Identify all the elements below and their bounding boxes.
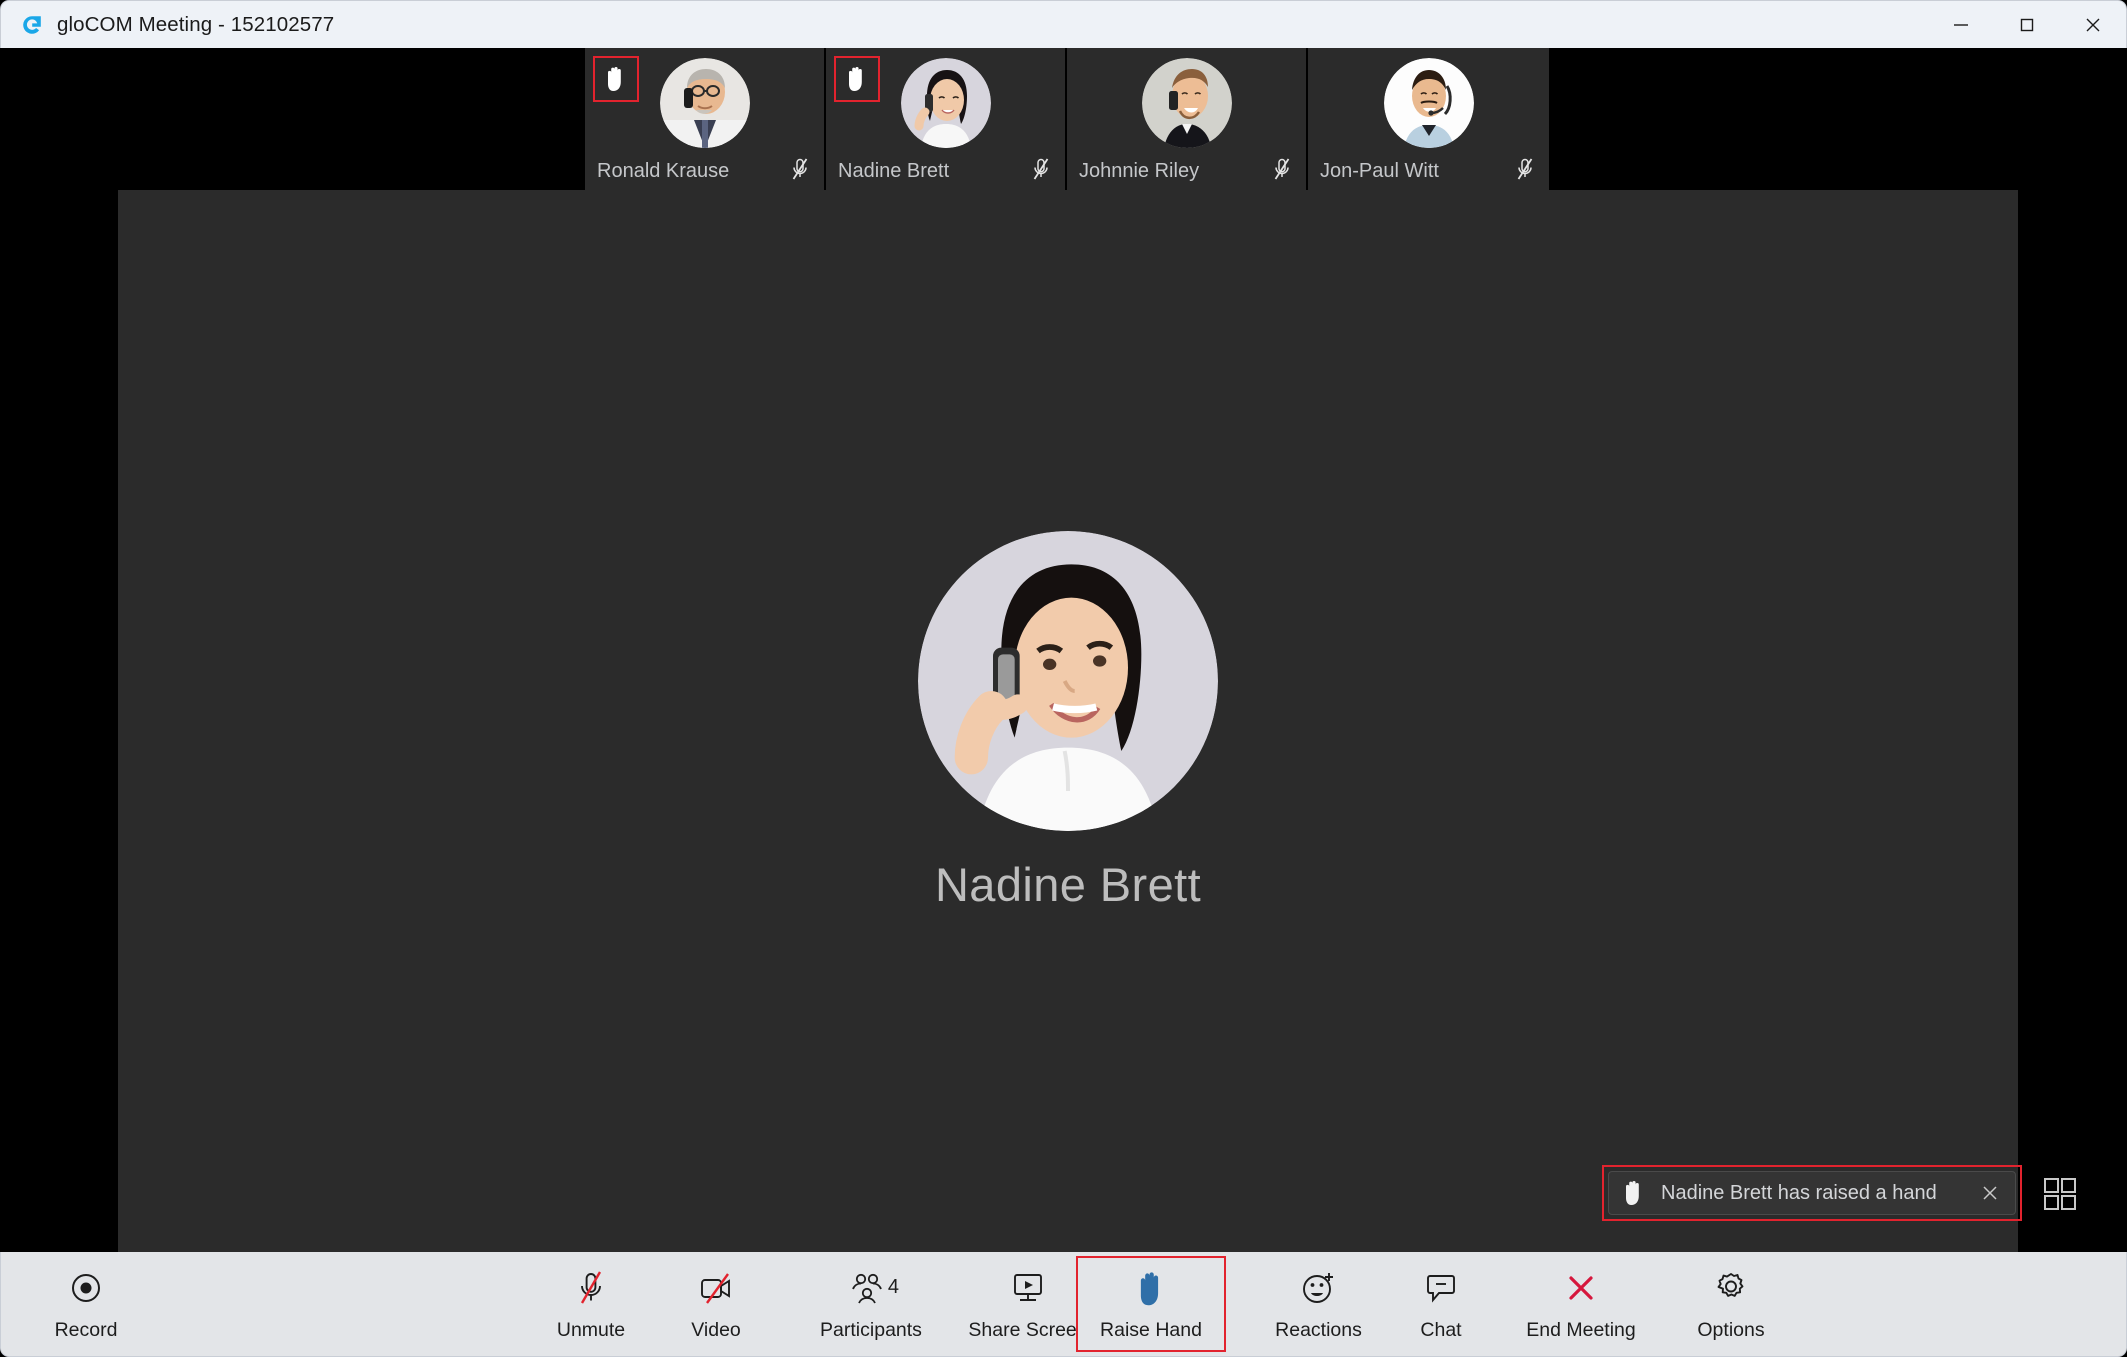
- end-meeting-button[interactable]: End Meeting: [1491, 1258, 1671, 1350]
- video-label: Video: [691, 1319, 741, 1341]
- reactions-icon: [1300, 1268, 1338, 1308]
- record-label: Record: [54, 1319, 118, 1341]
- participant-thumbnail[interactable]: Ronald Krause: [585, 48, 826, 191]
- avatar: [1383, 58, 1474, 148]
- participants-count: 4: [887, 1276, 899, 1298]
- participants-label: Participants: [820, 1319, 922, 1341]
- reactions-button[interactable]: Reactions: [1246, 1258, 1391, 1350]
- mic-muted-icon: [1270, 156, 1294, 182]
- avatar: [900, 58, 991, 148]
- end-meeting-label: End Meeting: [1526, 1319, 1636, 1341]
- share-screen-label: Share Screen: [968, 1319, 1088, 1341]
- active-speaker-stage: Nadine Brett: [118, 190, 2018, 1252]
- active-speaker-avatar: [918, 530, 1218, 831]
- gear-icon: [1712, 1268, 1750, 1308]
- participant-thumbnail[interactable]: Johnnie Riley: [1067, 48, 1308, 191]
- unmute-label: Unmute: [556, 1319, 626, 1341]
- grid-view-icon[interactable]: [2042, 1176, 2078, 1212]
- participant-thumbnail[interactable]: Jon-Paul Witt: [1308, 48, 1549, 191]
- participant-name: Ronald Krause: [597, 160, 730, 182]
- meeting-toolbar: Record Unmute Video 4 Participants Share…: [0, 1252, 2127, 1357]
- mic-muted-icon: [573, 1268, 609, 1308]
- raised-hand-icon: [1621, 1179, 1647, 1207]
- participant-name: Johnnie Riley: [1079, 160, 1200, 182]
- close-icon[interactable]: [1977, 1180, 2003, 1206]
- chat-label: Chat: [1420, 1319, 1462, 1341]
- record-button[interactable]: Record: [31, 1258, 141, 1350]
- participant-name: Nadine Brett: [838, 160, 950, 182]
- participants-button[interactable]: 4 Participants: [791, 1258, 951, 1350]
- participant-name: Jon-Paul Witt: [1320, 160, 1439, 182]
- unmute-button[interactable]: Unmute: [526, 1258, 656, 1350]
- end-call-x-icon: [1563, 1268, 1599, 1308]
- participants-icon: 4: [849, 1268, 899, 1308]
- raised-hand-icon: [834, 56, 880, 102]
- raised-hand-icon: [593, 56, 639, 102]
- options-label: Options: [1697, 1319, 1765, 1341]
- mic-muted-icon: [788, 156, 812, 182]
- mic-muted-icon: [1029, 156, 1053, 182]
- avatar: [1141, 58, 1232, 148]
- participant-thumbnail-strip: Ronald Krause Nadine Brett Johnnie Riley…: [585, 48, 1549, 191]
- window-controls: [1928, 1, 2126, 48]
- active-speaker-name: Nadine Brett: [934, 857, 1202, 911]
- notification-message: Nadine Brett has raised a hand: [1661, 1181, 1937, 1204]
- raise-hand-label: Raise Hand: [1100, 1319, 1202, 1341]
- raised-hand-notification: Nadine Brett has raised a hand: [1602, 1165, 2022, 1221]
- chat-button[interactable]: Chat: [1386, 1258, 1496, 1350]
- title-bar: gloCOM Meeting - 152102577: [0, 0, 2127, 48]
- minimize-button[interactable]: [1928, 1, 1994, 48]
- chat-icon: [1423, 1268, 1459, 1308]
- camera-off-icon: [697, 1268, 735, 1308]
- video-button[interactable]: Video: [661, 1258, 771, 1350]
- raised-hand-icon: [1134, 1268, 1168, 1308]
- avatar: [659, 58, 750, 148]
- participant-thumbnail[interactable]: Nadine Brett: [826, 48, 1067, 191]
- options-button[interactable]: Options: [1666, 1258, 1796, 1350]
- reactions-label: Reactions: [1275, 1319, 1362, 1341]
- share-screen-icon: [1009, 1268, 1047, 1308]
- maximize-button[interactable]: [1994, 1, 2060, 48]
- glocom-logo-icon: [19, 12, 45, 38]
- mic-muted-icon: [1513, 156, 1537, 182]
- close-button[interactable]: [2060, 1, 2126, 48]
- window-title: gloCOM Meeting - 152102577: [57, 12, 335, 36]
- raise-hand-button[interactable]: Raise Hand: [1076, 1256, 1226, 1352]
- meeting-window: gloCOM Meeting - 152102577 Ronald Krause…: [0, 0, 2127, 1357]
- record-icon: [68, 1268, 104, 1308]
